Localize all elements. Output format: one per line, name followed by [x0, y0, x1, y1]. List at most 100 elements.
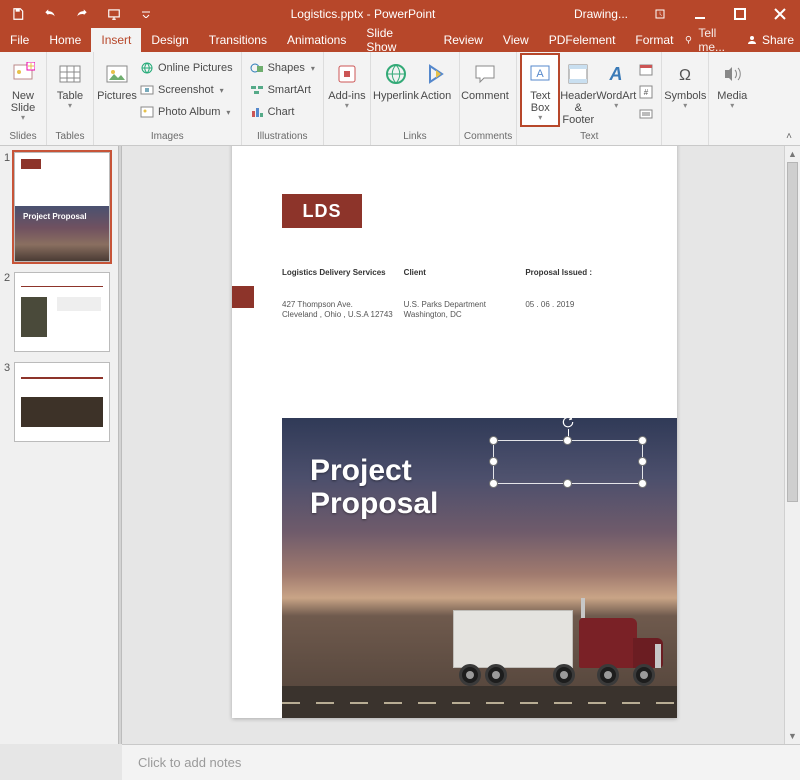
notes-pane[interactable]: Click to add notes	[122, 744, 800, 780]
qat-customize-button[interactable]	[132, 2, 160, 26]
media-icon	[718, 60, 746, 88]
issued-heading: Proposal Issued :	[525, 268, 647, 277]
text-box-icon: A	[526, 60, 554, 88]
action-icon	[422, 60, 450, 88]
redo-button[interactable]	[68, 2, 96, 26]
table-button[interactable]: Table▾	[51, 54, 89, 126]
notes-placeholder: Click to add notes	[138, 755, 241, 770]
workspace: 1 Project Proposal 2 3 LDS Logist	[0, 146, 800, 744]
tab-view[interactable]: View	[493, 28, 539, 52]
wordart-button[interactable]: A WordArt▾	[597, 54, 635, 126]
tab-slideshow[interactable]: Slide Show	[356, 28, 433, 52]
resize-handle[interactable]	[489, 457, 498, 466]
share-button[interactable]: Share	[746, 33, 794, 47]
svg-text:A: A	[609, 64, 623, 84]
slide-number-button[interactable]: #	[635, 82, 657, 102]
group-addins: Add-ins▾	[324, 52, 371, 145]
tab-review[interactable]: Review	[434, 28, 493, 52]
ribbon: New Slide▾ Slides Table▾ Tables Pictures…	[0, 52, 800, 146]
contextual-tab-label: Drawing...	[562, 7, 640, 21]
collapse-ribbon-button[interactable]: ˄	[780, 128, 798, 144]
header-footer-button[interactable]: Header & Footer	[559, 54, 597, 126]
tab-pdfelement[interactable]: PDFelement	[539, 28, 626, 52]
shapes-button[interactable]: Shapes▾	[246, 58, 319, 78]
group-images: Pictures Online Pictures Screenshot▾ Pho…	[94, 52, 242, 145]
tab-animations[interactable]: Animations	[277, 28, 356, 52]
tab-design[interactable]: Design	[141, 28, 198, 52]
tab-insert[interactable]: Insert	[91, 28, 141, 52]
truck-illustration	[453, 582, 663, 692]
scroll-down-button[interactable]: ▼	[785, 728, 800, 744]
window-title: Logistics.pptx - PowerPoint	[164, 7, 562, 21]
symbols-button[interactable]: Ω Symbols▾	[666, 54, 704, 126]
group-comments: Comment Comments	[460, 52, 517, 145]
chart-button[interactable]: Chart	[246, 102, 319, 122]
symbols-icon: Ω	[671, 60, 699, 88]
tab-format[interactable]: Format	[625, 28, 683, 52]
group-illustrations: Shapes▾ SmartArt Chart Illustrations	[242, 52, 324, 145]
comment-button[interactable]: Comment	[464, 54, 506, 126]
comment-icon	[471, 60, 499, 88]
photo-album-button[interactable]: Photo Album▾	[136, 102, 237, 122]
resize-handle[interactable]	[638, 457, 647, 466]
ribbon-display-options-button[interactable]	[640, 0, 680, 28]
screenshot-button[interactable]: Screenshot▾	[136, 80, 237, 100]
tell-me-search[interactable]: Tell me...	[683, 26, 742, 54]
action-button[interactable]: Action	[417, 54, 455, 126]
slide-editor[interactable]: LDS Logistics Delivery Services Client P…	[122, 146, 800, 744]
rotate-handle[interactable]	[561, 415, 575, 429]
close-button[interactable]	[760, 0, 800, 28]
resize-handle[interactable]	[489, 436, 498, 445]
quick-access-toolbar	[0, 2, 164, 26]
selected-text-box[interactable]	[493, 440, 643, 484]
tab-file[interactable]: File	[0, 28, 39, 52]
svg-text:#: #	[644, 88, 649, 97]
group-media: Media▾	[709, 52, 755, 145]
pictures-icon	[103, 60, 131, 88]
resize-handle[interactable]	[563, 479, 572, 488]
save-button[interactable]	[4, 2, 32, 26]
resize-handle[interactable]	[489, 479, 498, 488]
header-footer-icon	[564, 60, 592, 88]
slide-thumbnail-panel: 1 Project Proposal 2 3	[0, 146, 118, 744]
logo-lds: LDS	[282, 194, 362, 228]
text-box-button[interactable]: A Text Box▾	[521, 54, 559, 126]
thumbnail-3[interactable]: 3	[0, 360, 118, 450]
slide-title: ProjectProposal	[310, 454, 438, 520]
resize-handle[interactable]	[638, 436, 647, 445]
tab-home[interactable]: Home	[39, 28, 91, 52]
media-button[interactable]: Media▾	[713, 54, 751, 126]
object-button[interactable]	[635, 104, 657, 124]
vertical-scrollbar[interactable]: ▲ ▼	[784, 146, 800, 744]
group-tables: Table▾ Tables	[47, 52, 94, 145]
table-icon	[56, 60, 84, 88]
thumbnail-2[interactable]: 2	[0, 270, 118, 360]
new-slide-button[interactable]: New Slide▾	[4, 54, 42, 126]
thumbnail-1[interactable]: 1 Project Proposal	[0, 150, 118, 270]
group-text: A Text Box▾ Header & Footer A WordArt▾ #…	[517, 52, 662, 145]
smartart-button[interactable]: SmartArt	[246, 80, 319, 100]
resize-handle[interactable]	[563, 436, 572, 445]
ribbon-tabs: File Home Insert Design Transitions Anim…	[0, 28, 800, 52]
tab-transitions[interactable]: Transitions	[199, 28, 277, 52]
start-slideshow-button[interactable]	[100, 2, 128, 26]
hyperlink-button[interactable]: Hyperlink	[375, 54, 417, 126]
pictures-button[interactable]: Pictures	[98, 54, 136, 126]
addins-icon	[333, 60, 361, 88]
slide-accent-bar	[232, 286, 254, 308]
scroll-thumb[interactable]	[787, 162, 798, 502]
resize-handle[interactable]	[638, 479, 647, 488]
scroll-up-button[interactable]: ▲	[785, 146, 800, 162]
maximize-button[interactable]	[720, 0, 760, 28]
group-symbols: Ω Symbols▾	[662, 52, 709, 145]
share-label: Share	[762, 33, 794, 47]
date-time-button[interactable]	[635, 60, 657, 80]
minimize-button[interactable]	[680, 0, 720, 28]
new-slide-icon	[9, 60, 37, 88]
slide-canvas[interactable]: LDS Logistics Delivery Services Client P…	[232, 146, 677, 718]
online-pictures-button[interactable]: Online Pictures	[136, 58, 237, 78]
title-bar: Logistics.pptx - PowerPoint Drawing...	[0, 0, 800, 28]
addins-button[interactable]: Add-ins▾	[328, 54, 366, 126]
undo-button[interactable]	[36, 2, 64, 26]
hyperlink-icon	[382, 60, 410, 88]
